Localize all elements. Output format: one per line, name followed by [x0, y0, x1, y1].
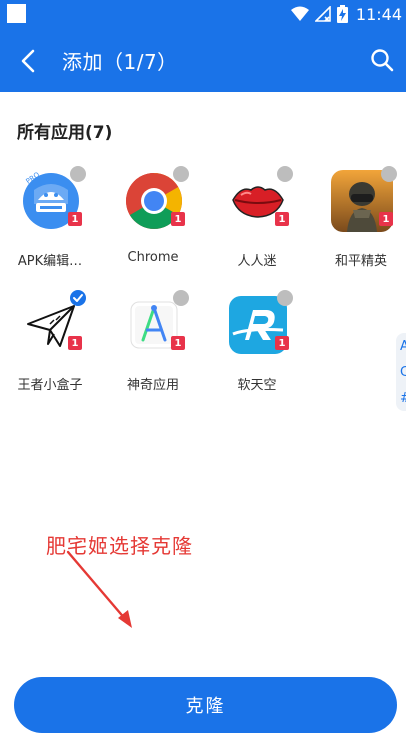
app-item-chrome[interactable]: 1 Chrome [103, 166, 203, 290]
badge-count: 1 [171, 212, 185, 226]
select-checkbox[interactable] [277, 166, 293, 182]
badge-count: 1 [171, 336, 185, 350]
app-item-renrenmi[interactable]: 1 人人迷 [207, 166, 307, 290]
index-letter[interactable]: A [400, 339, 406, 354]
app-header: 添加（1/7） [0, 28, 406, 92]
app-item-apk-editor[interactable]: PRO 1 APK编辑… [0, 166, 100, 290]
app-item-wangzhe-box[interactable]: 1 王者小盒子 [0, 290, 100, 414]
app-label: APK编辑… [17, 254, 83, 269]
status-time: 11:44 [355, 4, 402, 24]
select-checkbox[interactable] [381, 166, 397, 182]
app-item-ruantiankong[interactable]: 1 软天空 [207, 290, 307, 414]
select-checkbox[interactable] [277, 290, 293, 306]
index-letter[interactable]: # [400, 391, 406, 406]
badge-count: 1 [275, 212, 289, 226]
notification-icon [7, 4, 26, 23]
clone-button[interactable]: 克隆 [14, 677, 397, 733]
app-label: 人人迷 [237, 254, 277, 269]
app-item-shenqi[interactable]: 1 神奇应用 [103, 290, 203, 414]
badge-count: 1 [68, 212, 82, 226]
select-checkbox[interactable] [173, 166, 189, 182]
app-label: 软天空 [237, 378, 277, 393]
app-label: 神奇应用 [126, 378, 179, 393]
battery-charging-icon [336, 5, 348, 23]
select-checkbox[interactable] [173, 290, 189, 306]
search-icon[interactable] [368, 46, 396, 74]
page-title: 添加（1/7） [62, 50, 178, 74]
status-icons: 11:44 [290, 0, 406, 28]
app-label: 和平精英 [334, 254, 387, 269]
badge-count: 1 [379, 212, 393, 226]
app-label: 王者小盒子 [17, 378, 83, 393]
selected-check-icon[interactable] [70, 290, 86, 306]
wifi-icon [290, 6, 309, 21]
select-checkbox[interactable] [70, 166, 86, 182]
status-bar: 11:44 [0, 0, 406, 28]
index-letter[interactable]: C [400, 365, 406, 380]
signal-off-icon [314, 6, 331, 22]
section-title: 所有应用(7) [17, 123, 113, 143]
badge-count: 1 [68, 336, 82, 350]
annotation-arrow-icon [66, 550, 132, 628]
back-arrow-icon[interactable] [14, 46, 44, 76]
alphabet-index-peek[interactable]: A C # [396, 333, 406, 411]
app-item-heping[interactable]: 1 和平精英 [311, 166, 406, 290]
app-label: Chrome [127, 250, 179, 265]
badge-count: 1 [275, 336, 289, 350]
